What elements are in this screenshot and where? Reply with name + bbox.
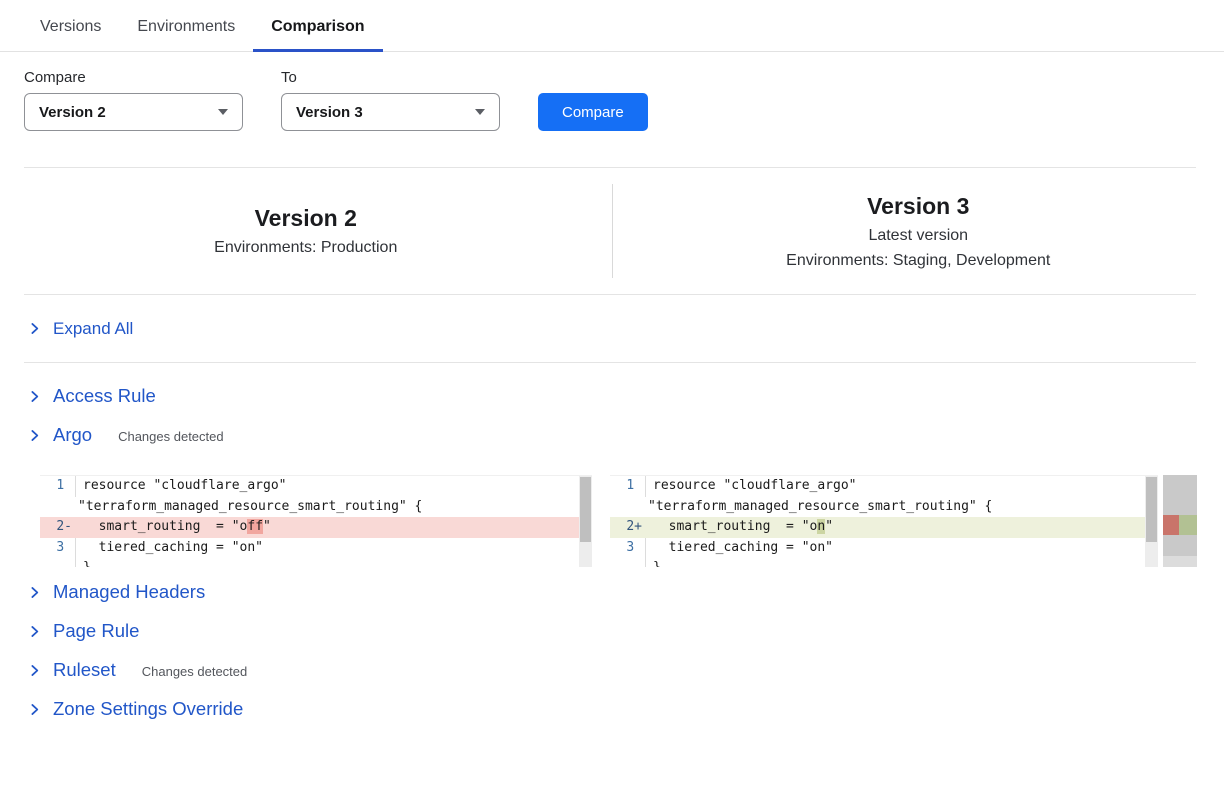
code-text: resource "cloudflare_argo" (76, 476, 592, 497)
minimap-removed-marker (1163, 515, 1179, 535)
section-label: Zone Settings Override (53, 698, 243, 720)
chevron-down-icon (218, 109, 228, 115)
chevron-right-icon (28, 625, 41, 638)
expand-all-button[interactable]: Expand All (0, 295, 1224, 362)
tab-comparison[interactable]: Comparison (253, 14, 382, 52)
minimap-bottom (1163, 556, 1197, 567)
tab-bar: Versions Environments Comparison (0, 0, 1224, 52)
line-number: 1 (40, 476, 76, 497)
diff-line: 3 tiered_caching = "on" (610, 538, 1158, 559)
changes-detected-badge: Changes detected (118, 426, 224, 444)
chevron-right-icon (28, 322, 41, 335)
section-managed-headers[interactable]: Managed Headers (0, 573, 1224, 612)
line-number: 3 (610, 538, 646, 559)
line-number: 2- (40, 517, 76, 538)
argo-diff: 1 resource "cloudflare_argo""terraform_m… (40, 475, 1197, 567)
section-argo[interactable]: Argo Changes detected (0, 416, 1224, 455)
compare-button[interactable]: Compare (538, 93, 648, 131)
section-label: Argo (53, 424, 92, 446)
code-text: tiered_caching = "on" (646, 538, 1158, 559)
compare-to-label: To (281, 69, 500, 86)
diff-line: "terraform_managed_resource_smart_routin… (40, 497, 592, 518)
section-access-rule[interactable]: Access Rule (0, 377, 1224, 416)
diff-line: 2+ smart_routing = "on" (610, 517, 1158, 538)
minimap-added-marker (1179, 515, 1197, 535)
chevron-right-icon (28, 664, 41, 677)
compare-controls: Compare Version 2 To Version 3 Compare (24, 69, 1224, 131)
code-text: smart_routing = "off" (76, 517, 592, 538)
section-page-rule[interactable]: Page Rule (0, 612, 1224, 651)
section-label: Managed Headers (53, 581, 205, 603)
scrollbar[interactable] (1145, 476, 1158, 567)
line-number: 2+ (610, 517, 646, 538)
diff-line: 2- smart_routing = "off" (40, 517, 592, 538)
expand-all-label: Expand All (53, 319, 133, 339)
minimap-change-marker (1163, 515, 1197, 535)
version-right-latest-label: Latest version (868, 227, 968, 245)
chevron-right-icon (28, 703, 41, 716)
diff-line: "terraform_managed_resource_smart_routin… (610, 497, 1158, 518)
section-ruleset[interactable]: Ruleset Changes detected (0, 651, 1224, 690)
version-right-environments: Environments: Staging, Development (786, 252, 1050, 270)
diff-minimap[interactable] (1163, 475, 1197, 567)
compare-to-select[interactable]: Version 3 (281, 93, 500, 131)
scrollbar[interactable] (579, 476, 592, 567)
code-text: tiered_caching = "on" (76, 538, 592, 559)
code-text: smart_routing = "on" (646, 517, 1158, 538)
code-text: "terraform_managed_resource_smart_routin… (646, 497, 1158, 518)
compare-from-label: Compare (24, 69, 243, 86)
chevron-right-icon (28, 390, 41, 403)
compare-to-value: Version 3 (296, 104, 363, 121)
code-text: } (646, 558, 1158, 567)
scrollbar-thumb[interactable] (580, 477, 591, 542)
diff-line: } (40, 558, 592, 567)
line-number: 3 (40, 538, 76, 559)
scrollbar-thumb[interactable] (1146, 477, 1157, 542)
diff-panel-right[interactable]: 1 resource "cloudflare_argo""terraform_m… (610, 475, 1158, 567)
tab-versions[interactable]: Versions (22, 14, 119, 52)
chevron-down-icon (475, 109, 485, 115)
version-headers: Version 2 Environments: Production Versi… (0, 168, 1224, 294)
diff-panel-left[interactable]: 1 resource "cloudflare_argo""terraform_m… (40, 475, 592, 567)
sections-list: Access Rule Argo Changes detected 1 reso… (0, 363, 1224, 729)
chevron-right-icon (28, 429, 41, 442)
section-label: Ruleset (53, 659, 116, 681)
chevron-right-icon (28, 586, 41, 599)
section-label: Page Rule (53, 620, 139, 642)
code-text: } (76, 558, 592, 567)
diff-line: } (610, 558, 1158, 567)
version-left-environments: Environments: Production (214, 239, 397, 257)
line-number (610, 497, 646, 518)
line-number (40, 497, 76, 518)
line-number (40, 558, 76, 567)
version-header-right: Version 3 Latest version Environments: S… (613, 168, 1224, 294)
diff-line: 3 tiered_caching = "on" (40, 538, 592, 559)
version-right-title: Version 3 (867, 193, 969, 220)
diff-line: 1 resource "cloudflare_argo" (610, 476, 1158, 497)
version-left-title: Version 2 (255, 205, 357, 232)
compare-from-value: Version 2 (39, 104, 106, 121)
line-number: 1 (610, 476, 646, 497)
section-zone-settings-override[interactable]: Zone Settings Override (0, 690, 1224, 729)
compare-from-select[interactable]: Version 2 (24, 93, 243, 131)
line-number (610, 558, 646, 567)
section-label: Access Rule (53, 385, 156, 407)
changes-detected-badge: Changes detected (142, 661, 248, 679)
tab-environments[interactable]: Environments (119, 14, 253, 52)
code-text: resource "cloudflare_argo" (646, 476, 1158, 497)
version-header-left: Version 2 Environments: Production (0, 168, 612, 294)
diff-line: 1 resource "cloudflare_argo" (40, 476, 592, 497)
code-text: "terraform_managed_resource_smart_routin… (76, 497, 592, 518)
